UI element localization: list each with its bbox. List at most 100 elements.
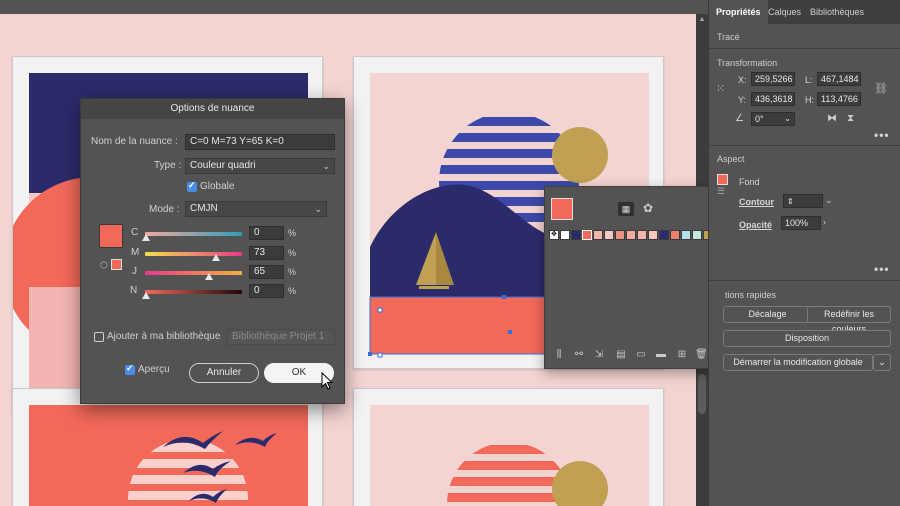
channel-m-slider-handle[interactable] xyxy=(212,254,220,261)
recolor-button[interactable]: Redéfinir les couleurs xyxy=(807,306,891,334)
width-field[interactable]: 467,1484 xyxy=(817,72,861,86)
chevron-right-icon[interactable]: › xyxy=(823,217,826,227)
tab-libraries[interactable]: Bibliothèques xyxy=(803,0,871,24)
trash-icon[interactable]: 🗑 xyxy=(695,349,708,361)
channel-m-slider[interactable] xyxy=(145,252,242,256)
type-dropdown-value: Couleur quadri xyxy=(190,160,256,171)
divider xyxy=(709,280,900,281)
arrange-button[interactable]: Disposition xyxy=(723,330,891,347)
channel-c-unit: % xyxy=(288,228,297,238)
global-checkbox[interactable] xyxy=(187,180,197,192)
channel-m-unit: % xyxy=(288,248,297,258)
new-folder-icon[interactable]: ▬ xyxy=(655,349,667,361)
constrain-proportions-icon[interactable]: ⛓ xyxy=(874,82,888,95)
swatch-item[interactable] xyxy=(604,230,614,240)
stroke-color-swatch[interactable]: ☰ xyxy=(717,186,725,197)
swatch-item[interactable] xyxy=(615,230,625,240)
swatch-name-field[interactable]: C=0 M=73 Y=65 K=0 xyxy=(185,134,335,150)
swatch-item[interactable] xyxy=(593,230,603,240)
angle-field[interactable]: 0° ⌄ xyxy=(751,112,795,126)
out-of-gamut-cube-icon: ⬡ xyxy=(100,260,108,270)
swatch-item[interactable] xyxy=(692,230,702,240)
swatch-item[interactable] xyxy=(626,230,636,240)
reference-point-icon[interactable]: ⁙ xyxy=(716,82,725,95)
x-field[interactable]: 259,5266 xyxy=(751,72,795,86)
web-safe-swatch[interactable] xyxy=(111,259,122,270)
preview-checkbox[interactable] xyxy=(125,363,135,375)
chevron-down-icon[interactable]: ⌄ xyxy=(825,195,833,206)
channel-j-label: J xyxy=(132,266,137,277)
swatch-item-selected[interactable] xyxy=(582,230,592,240)
height-field[interactable]: 113,4766 xyxy=(817,92,861,106)
swatch-kind-icon[interactable]: ⚯ xyxy=(573,349,585,361)
swatch-item[interactable] xyxy=(670,230,680,240)
fill-color-swatch[interactable] xyxy=(717,174,728,185)
channel-n-field[interactable]: 0 xyxy=(249,284,284,298)
flip-horizontal-icon[interactable]: ⧓ xyxy=(827,113,837,124)
channel-j-slider-handle[interactable] xyxy=(205,273,213,280)
channel-n-unit: % xyxy=(288,286,297,296)
global-edit-options-button[interactable]: ⌄ xyxy=(873,354,891,371)
stroke-label[interactable]: Contour xyxy=(739,197,774,207)
cancel-button[interactable]: Annuler xyxy=(189,363,259,383)
more-options-icon[interactable]: ••• xyxy=(874,262,890,276)
swatch-item[interactable] xyxy=(571,230,581,240)
mode-dropdown[interactable]: CMJN ⌄ xyxy=(185,201,327,217)
offset-path-button[interactable]: Décalage xyxy=(723,306,812,323)
stroke-weight-field[interactable]: ⇕ xyxy=(783,194,823,208)
swatch-item[interactable] xyxy=(648,230,658,240)
color-palette-icon[interactable]: ✿ xyxy=(643,201,653,215)
swatch-libraries-menu-icon[interactable]: ⫼ xyxy=(553,349,565,361)
swatch-item[interactable] xyxy=(681,230,691,240)
global-label: Globale xyxy=(200,181,235,192)
scroll-up-arrow-icon[interactable]: ▲ xyxy=(698,16,706,24)
artboard-3[interactable] xyxy=(12,388,323,506)
chevron-down-icon[interactable]: ⌄ xyxy=(784,113,791,125)
rotate-angle-icon: ∠ xyxy=(735,113,744,124)
tab-properties[interactable]: Propriétés xyxy=(709,0,768,24)
angle-value: 0° xyxy=(755,114,764,124)
opacity-field[interactable]: 100% xyxy=(781,216,821,230)
channel-c-slider-handle[interactable] xyxy=(142,234,150,241)
channel-c-field[interactable]: 0 xyxy=(249,226,284,240)
channel-j-unit: % xyxy=(288,267,297,277)
scroll-thumb[interactable] xyxy=(698,374,706,414)
swatch-list-icon[interactable]: ▭ xyxy=(635,349,647,361)
swatch-options-dialog: Options de nuance Nom de la nuance : C=0… xyxy=(80,98,345,404)
more-options-icon[interactable]: ••• xyxy=(874,128,890,142)
color-preview-swatch xyxy=(99,224,123,248)
opacity-label[interactable]: Opacité xyxy=(739,220,772,230)
tab-layers[interactable]: Calques xyxy=(761,0,808,24)
add-to-library-checkbox[interactable] xyxy=(94,332,104,342)
section-transform-title: Transformation xyxy=(717,58,778,68)
chevron-down-icon: ⌄ xyxy=(878,357,886,367)
artboard-4[interactable] xyxy=(353,388,664,506)
channel-n-label: N xyxy=(130,285,138,296)
swatch-item[interactable] xyxy=(560,230,570,240)
swatch-registration[interactable]: ✥ xyxy=(549,230,559,240)
divider xyxy=(709,48,900,49)
y-field[interactable]: 436,3618 xyxy=(751,92,795,106)
flip-vertical-icon[interactable]: ⧗ xyxy=(847,113,854,124)
channel-j-field[interactable]: 65 xyxy=(249,265,284,279)
swatch-options-icon[interactable]: ⇲ xyxy=(593,349,605,361)
start-global-edit-button[interactable]: Démarrer la modification globale xyxy=(723,354,873,371)
channel-n-slider[interactable] xyxy=(145,290,242,294)
mode-dropdown-value: CMJN xyxy=(190,203,218,214)
artboard-4-illustration xyxy=(370,405,649,506)
channel-c-slider[interactable] xyxy=(145,232,242,236)
swatch-item[interactable] xyxy=(637,230,647,240)
divider xyxy=(709,145,900,146)
channel-j-slider[interactable] xyxy=(145,271,242,275)
channel-n-slider-handle[interactable] xyxy=(142,292,150,299)
library-dropdown[interactable]: Bibliothèque Projet 1 xyxy=(227,329,335,345)
type-dropdown[interactable]: Couleur quadri ⌄ xyxy=(185,158,335,174)
color-group-icon[interactable]: ▤ xyxy=(615,349,627,361)
new-swatch-icon[interactable]: ⊞ xyxy=(676,349,688,361)
channel-m-field[interactable]: 73 xyxy=(249,246,284,260)
swatch-item[interactable] xyxy=(659,230,669,240)
stroke-stepper-icon[interactable]: ⇕ xyxy=(787,197,794,206)
mode-label: Mode : xyxy=(149,204,180,215)
fill-swatch-preview[interactable] xyxy=(551,198,573,220)
swatch-library-icon[interactable]: ▦ xyxy=(618,202,634,216)
